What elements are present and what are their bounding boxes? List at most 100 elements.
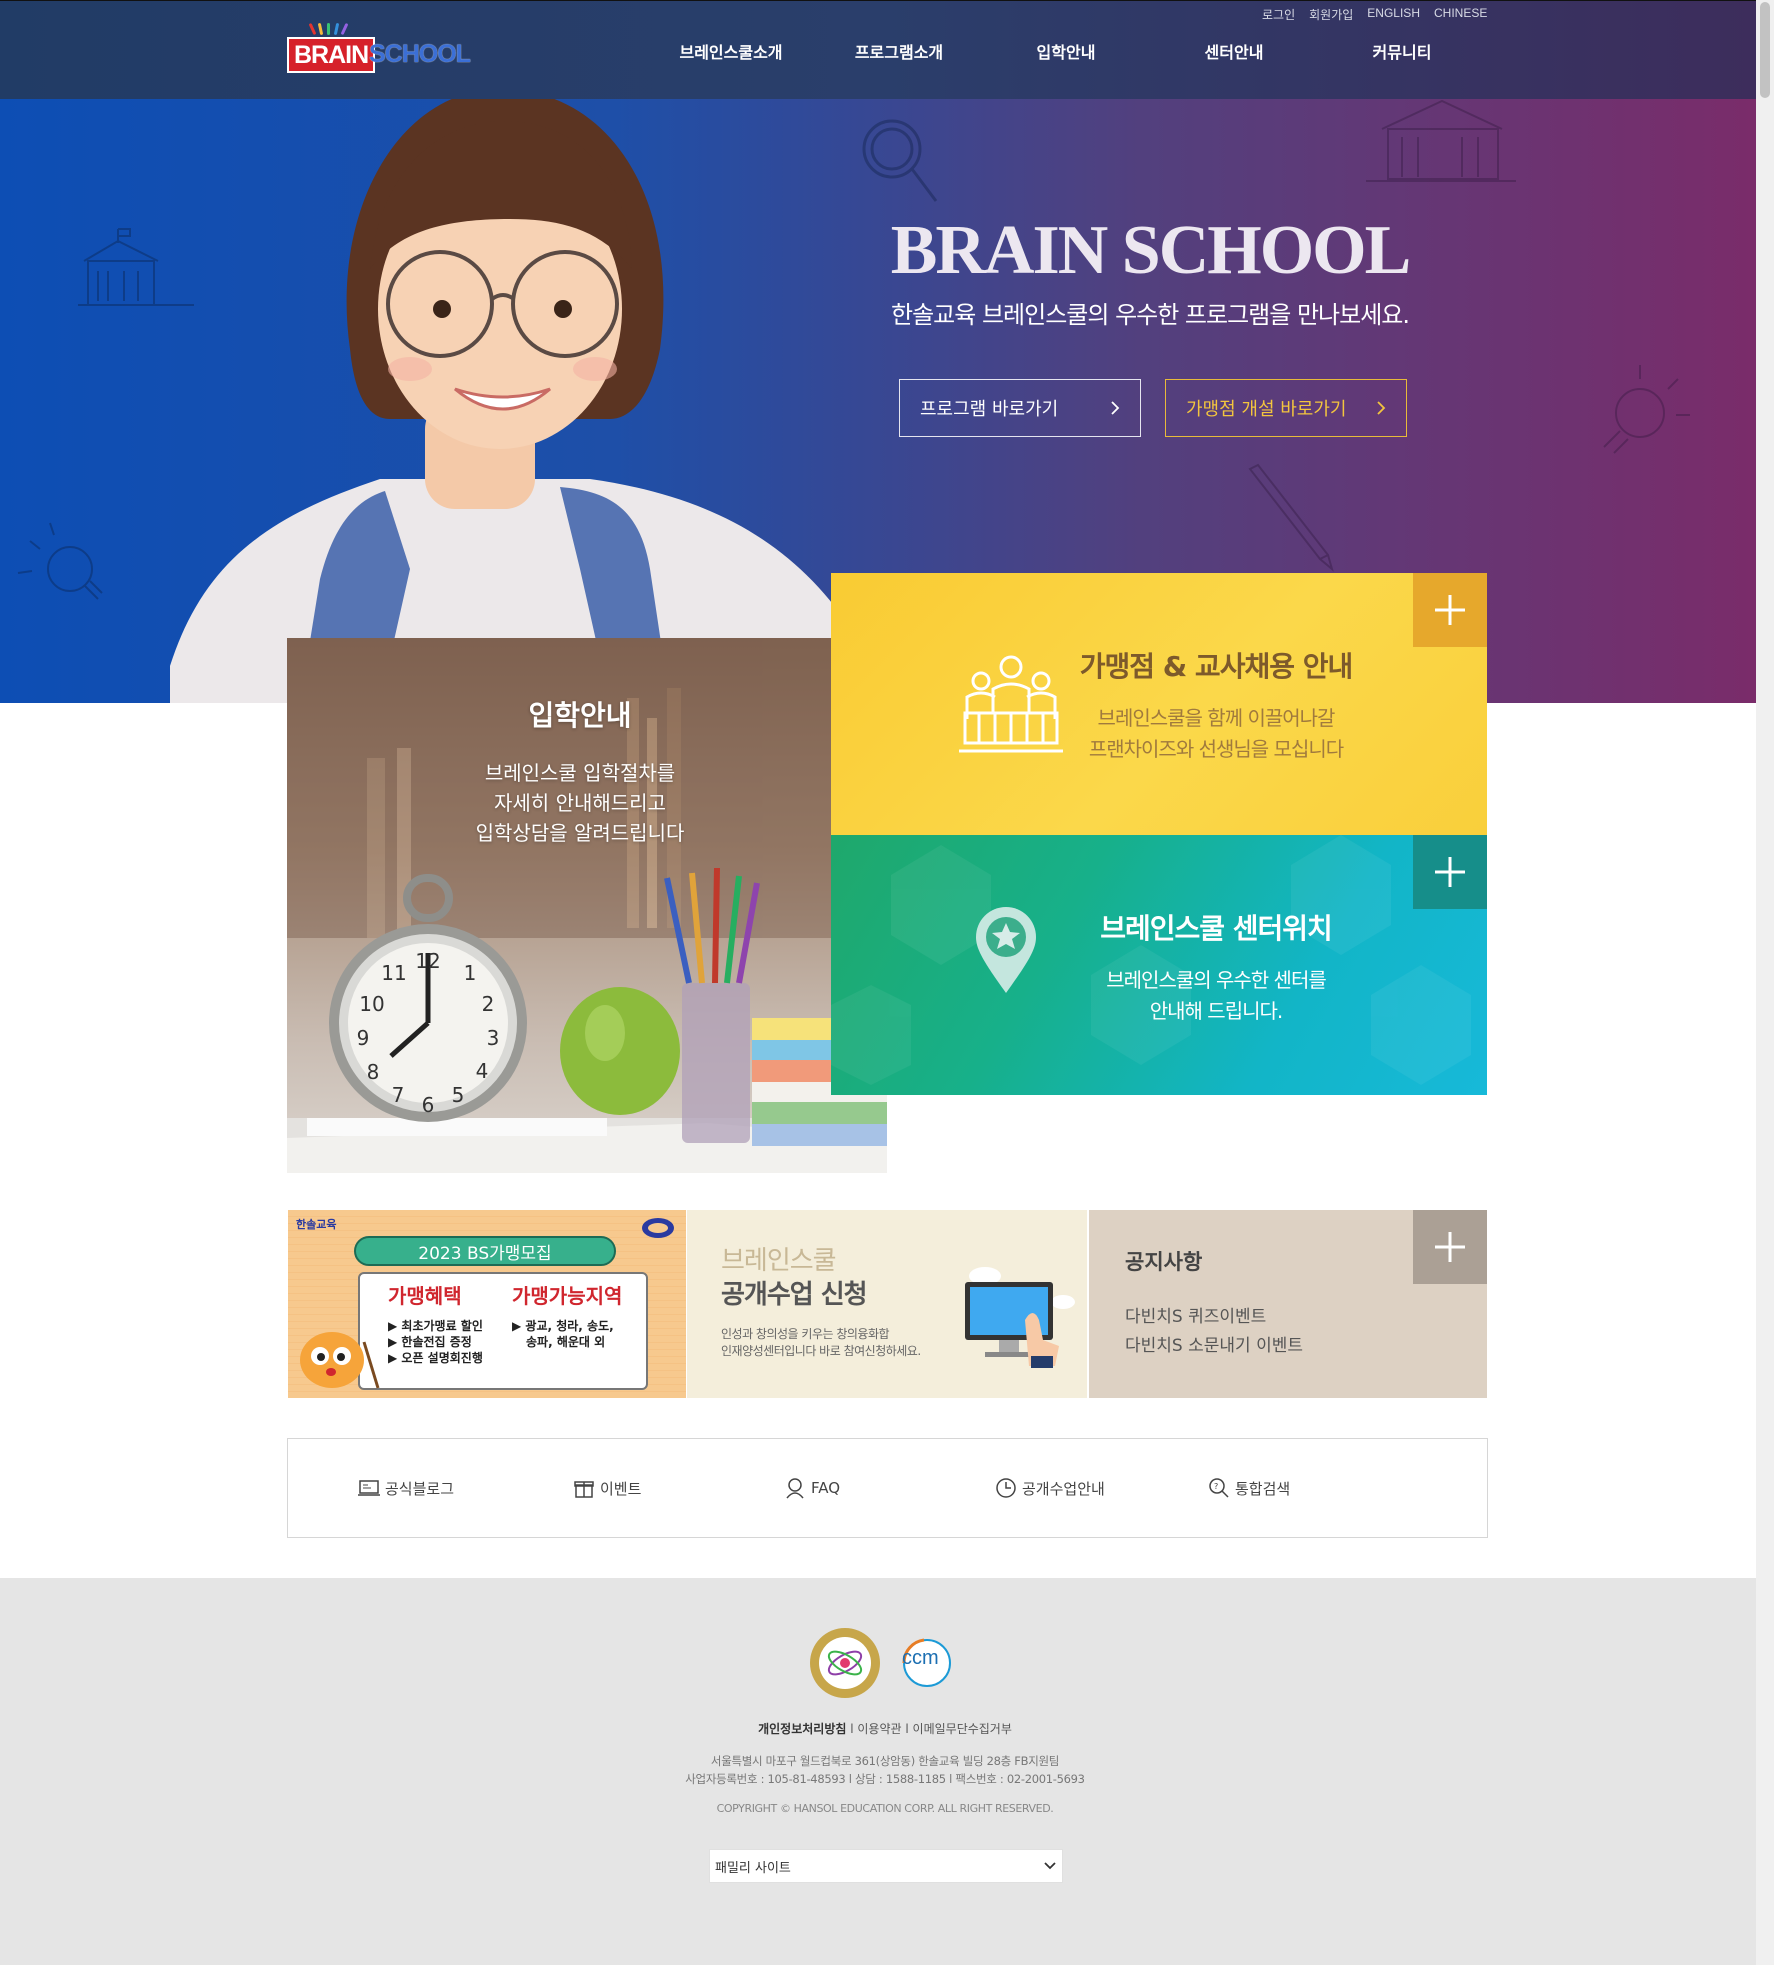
franchise-title: 가맹점 & 교사채용 안내 xyxy=(1079,650,1354,683)
school-house-icon-right xyxy=(1366,99,1516,182)
svg-text:?: ? xyxy=(1214,1482,1218,1491)
logo-brain-text: BRAIN xyxy=(287,37,376,73)
nav-about[interactable]: 브레인스쿨소개 xyxy=(679,39,782,63)
nav-program[interactable]: 프로그램소개 xyxy=(855,39,943,63)
family-site-select[interactable]: 패밀리 사이트 xyxy=(709,1849,1063,1883)
center-title: 브레인스쿨 센터위치 xyxy=(1100,912,1333,945)
footer-zigzag-edge xyxy=(0,1572,1756,1580)
chevron-right-icon xyxy=(1377,401,1386,415)
signup-link[interactable]: 회원가입 xyxy=(1309,6,1353,23)
svg-text:10: 10 xyxy=(359,992,384,1016)
plus-icon xyxy=(1435,595,1465,625)
quick-links-bar: 공식블로그 이벤트 FAQ 공개수업안내 ? 통합검색 xyxy=(287,1438,1488,1538)
promo-region-list: ▶ 광교, 청라, 송도, 송파, 해운대 외 xyxy=(512,1318,614,1350)
quick-link-label: FAQ xyxy=(811,1479,841,1497)
footer-address: 서울특별시 마포구 월드컵북로 361(상암동) 한솔교육 빌딩 28층 FB지… xyxy=(685,1752,1085,1788)
email-refuse-link[interactable]: 이메일무단수집거부 xyxy=(913,1722,1012,1736)
nav-admission[interactable]: 입학안내 xyxy=(1037,39,1096,63)
notice-item[interactable]: 다빈치S 퀴즈이벤트 xyxy=(1125,1302,1266,1327)
promo-benefit-item: ▶ 한솔전집 증정 xyxy=(388,1335,472,1349)
open-class-banner[interactable]: 브레인스쿨 공개수업 신청 인성과 창의성을 키우는 창의융화합 인재양성센터입… xyxy=(687,1210,1087,1398)
program-shortcut-button[interactable]: 프로그램 바로가기 xyxy=(899,379,1141,437)
franchise-more-button[interactable] xyxy=(1413,573,1487,647)
promo-benefit-heading: 가맹혜택 xyxy=(388,1284,462,1308)
promo-region-heading: 가맹가능지역 xyxy=(512,1284,623,1308)
franchise-desc: 브레인스쿨을 함께 이끌어나갈 프랜차이즈와 선생님을 모십니다 xyxy=(1088,703,1344,765)
open-class-line2: 공개수업 신청 xyxy=(721,1280,868,1310)
map-pin-icon xyxy=(976,907,1036,993)
english-link[interactable]: ENGLISH xyxy=(1367,6,1420,23)
admission-card[interactable]: 12 1 2 3 4567 8 9 10 11 입학안내 브레인스쿨 입학절차를 자세히 안… xyxy=(287,638,887,1173)
admission-title: 입학안내 xyxy=(528,699,632,732)
logo-rays xyxy=(308,22,349,36)
scrollbar-thumb[interactable] xyxy=(1760,2,1770,98)
notice-more-button[interactable] xyxy=(1413,1210,1487,1284)
franchise-line: 프랜차이즈와 선생님을 모십니다 xyxy=(1088,737,1344,761)
promo-benefit-item: ▶ 오픈 설명회진행 xyxy=(388,1351,483,1365)
top-header: 로그인 회원가입 ENGLISH CHINESE BRAIN SCHOOL 브레… xyxy=(0,0,1756,99)
plus-icon xyxy=(1435,1232,1465,1262)
footer-policy-links: 개인정보처리방침 l 이용약관 l 이메일무단수집거부 xyxy=(758,1722,1012,1736)
program-shortcut-label: 프로그램 바로가기 xyxy=(920,399,1059,420)
footer-copyright: COPYRIGHT © HANSOL EDUCATION CORP. ALL R… xyxy=(716,1802,1054,1815)
brainschool-badge-icon xyxy=(642,1218,674,1238)
quick-link-blog[interactable]: 공식블로그 xyxy=(358,1477,454,1499)
light-bulb-icon-right xyxy=(1603,365,1690,454)
family-site-selected: 패밀리 사이트 xyxy=(715,1860,791,1876)
svg-text:7: 7 xyxy=(392,1083,405,1107)
svg-text:12: 12 xyxy=(415,949,440,973)
chinese-link[interactable]: CHINESE xyxy=(1434,6,1487,23)
light-bulb-icon xyxy=(17,522,103,600)
notice-title: 공지사항 xyxy=(1125,1250,1203,1274)
svg-text:11: 11 xyxy=(381,961,406,985)
site-footer: ccm 개인정보처리방침 l 이용약관 l 이메일무단수집거부 서울특별시 마포… xyxy=(0,1572,1756,1965)
open-class-line1: 브레인스쿨 xyxy=(721,1246,837,1276)
quick-link-label: 이벤트 xyxy=(600,1479,642,1498)
brain-school-logo[interactable]: BRAIN SCHOOL xyxy=(287,22,471,73)
footer-business-line: 사업자등록번호 : 105-81-48593 l 상담 : 1588-1185 … xyxy=(685,1772,1085,1786)
quick-link-faq[interactable]: FAQ xyxy=(784,1477,840,1499)
svg-text:4: 4 xyxy=(476,1059,489,1083)
center-more-button[interactable] xyxy=(1413,835,1487,909)
terms-link[interactable]: 이용약관 xyxy=(857,1722,901,1736)
open-class-desc-line: 인성과 창의성을 키우는 창의융화합 xyxy=(721,1327,890,1341)
footer-cert-logos xyxy=(808,1626,964,1700)
chevron-right-icon xyxy=(1111,401,1120,415)
admission-line: 입학상담을 알려드립니다 xyxy=(475,821,685,845)
notice-item[interactable]: 다빈치S 소문내기 이벤트 xyxy=(1125,1331,1303,1356)
franchise-promo-banner[interactable]: 한솔교육 2023 BS가맹모집 가맹혜택 가맹가능지역 ▶ 최초가맹료 할인 … xyxy=(288,1210,686,1398)
gift-icon xyxy=(574,1481,594,1498)
admission-line: 브레인스쿨 입학절차를 xyxy=(484,761,676,785)
promo-benefit-item: ▶ 최초가맹료 할인 xyxy=(388,1319,483,1333)
privacy-policy-link[interactable]: 개인정보처리방침 xyxy=(758,1722,846,1736)
center-location-card[interactable]: 브레인스쿨 센터위치 브레인스쿨의 우수한 센터를 안내해 드립니다. xyxy=(831,835,1487,1095)
computer-monitor-icon xyxy=(965,1267,1075,1368)
search-icon: ? xyxy=(1209,1478,1229,1498)
svg-text:9: 9 xyxy=(357,1026,370,1050)
nav-community[interactable]: 커뮤니티 xyxy=(1373,39,1432,63)
page-scrollbar[interactable] xyxy=(1756,0,1774,1965)
center-desc: 브레인스쿨의 우수한 센터를 안내해 드립니다. xyxy=(1106,965,1327,1027)
chevron-down-icon xyxy=(1044,1862,1056,1870)
franchise-recruit-card[interactable]: 가맹점 & 교사채용 안내 브레인스쿨을 함께 이끌어나갈 프랜차이즈와 선생님… xyxy=(831,573,1487,835)
quick-link-open-class[interactable]: 공개수업안내 xyxy=(995,1477,1105,1499)
promo-board: 가맹혜택 가맹가능지역 ▶ 최초가맹료 할인 ▶ 한솔전집 증정 ▶ 오픈 설명… xyxy=(358,1272,648,1390)
nav-center[interactable]: 센터안내 xyxy=(1205,39,1264,63)
center-line: 안내해 드립니다. xyxy=(1149,999,1284,1023)
svg-text:8: 8 xyxy=(367,1060,380,1084)
quick-link-event[interactable]: 이벤트 xyxy=(573,1477,641,1499)
faq-icon xyxy=(786,1478,804,1499)
franchise-shortcut-button[interactable]: 가맹점 개설 바로가기 xyxy=(1165,379,1407,437)
quick-link-label: 공개수업안내 xyxy=(1022,1479,1105,1498)
svg-text:1: 1 xyxy=(464,961,477,985)
svg-text:2: 2 xyxy=(482,992,495,1016)
login-link[interactable]: 로그인 xyxy=(1262,6,1295,23)
quick-link-search[interactable]: ? 통합검색 xyxy=(1208,1477,1290,1499)
blog-icon xyxy=(358,1480,380,1496)
pencil-icon xyxy=(1248,463,1334,572)
promo-region-item: ▶ 광교, 청라, 송도, xyxy=(512,1319,614,1333)
open-class-desc: 인성과 창의성을 키우는 창의융화합 인재양성센터입니다 바로 참여신청하세요. xyxy=(721,1326,921,1360)
girl-photo xyxy=(170,99,890,703)
promo-pill-title: 2023 BS가맹모집 xyxy=(354,1236,616,1266)
plus-icon xyxy=(1435,857,1465,887)
